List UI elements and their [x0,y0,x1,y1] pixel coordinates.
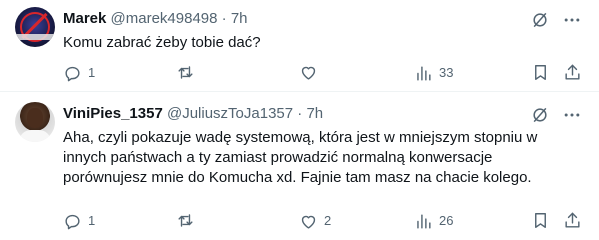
tweet-header: Marek @marek498498 · 7h [63,10,248,28]
retweet-button[interactable] [176,63,201,82]
share-button[interactable] [563,211,582,230]
views-button[interactable]: 26 [414,211,453,231]
like-icon [301,66,316,80]
reply-count: 1 [88,213,96,228]
user-handle[interactable]: @marek498498 [111,10,218,27]
bookmark-icon [535,65,546,80]
tweet[interactable]: ViniPies_1357 @JuliuszToJa1357 · 7h Aha,… [0,92,599,240]
views-button[interactable]: 33 [414,63,453,83]
reply-count: 1 [88,65,96,80]
display-name[interactable]: ViniPies_1357 [63,105,163,122]
bookmark-icon [535,213,546,228]
tweet-text: Aha, czyli pokazuje wadę systemową, któr… [63,129,538,186]
bookmark-button[interactable] [531,211,550,230]
retweet-button[interactable] [176,211,201,230]
more-icon[interactable] [561,9,583,31]
like-button[interactable] [299,63,324,82]
avatar[interactable] [15,7,55,47]
tweet-top-actions [529,9,583,31]
avatar[interactable] [15,102,55,142]
bookmark-button[interactable] [531,63,550,82]
grok-icon[interactable] [529,9,551,31]
retweet-icon [178,214,193,227]
views-icon [417,65,431,81]
retweet-icon [178,66,193,79]
tweet-actions: 1 2 26 [63,211,583,231]
separator: · [297,105,303,122]
like-icon [301,215,316,229]
tweet[interactable]: Marek @marek498498 · 7h Komu zabrać żeby… [0,0,599,92]
display-name[interactable]: Marek [63,10,106,27]
like-count: 2 [324,213,332,228]
tweet-actions: 1 33 [63,63,583,83]
separator: · [221,10,227,27]
grok-icon[interactable] [529,104,551,126]
reply-icon [65,214,80,229]
more-icon[interactable] [561,104,583,126]
reply-button[interactable]: 1 [63,63,95,83]
view-count: 26 [439,213,454,228]
like-button[interactable]: 2 [299,211,331,231]
reply-button[interactable]: 1 [63,211,95,231]
tweet-top-actions [529,104,583,126]
view-count: 33 [439,65,454,80]
tweet-header: ViniPies_1357 @JuliuszToJa1357 · 7h [63,105,323,123]
timestamp[interactable]: 7h [306,105,323,122]
share-icon [565,64,580,80]
share-icon [565,212,580,228]
user-handle[interactable]: @JuliuszToJa1357 [167,105,293,122]
tweet-text: Komu zabrać żeby tobie dać? [63,34,261,51]
views-icon [417,213,431,229]
share-button[interactable] [563,63,582,82]
timestamp[interactable]: 7h [231,10,248,27]
reply-icon [65,66,80,81]
